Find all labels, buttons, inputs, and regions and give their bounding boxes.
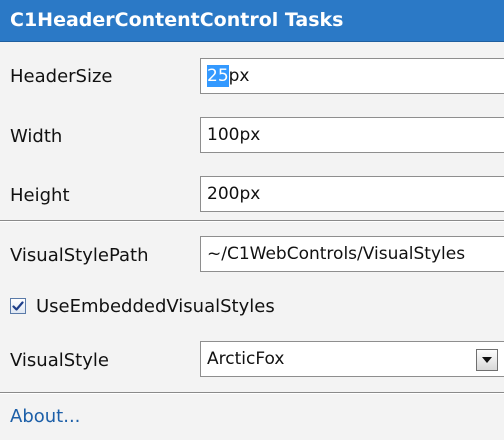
- use-embedded-visual-styles-row[interactable]: UseEmbeddedVisualStyles: [10, 294, 275, 318]
- unselected-text: px: [228, 66, 250, 86]
- header-size-input[interactable]: 25px: [200, 58, 504, 94]
- header-size-label: HeaderSize: [10, 66, 113, 87]
- footer-divider: [0, 392, 504, 394]
- visual-style-value: ArcticFox: [207, 349, 285, 369]
- height-label: Height: [10, 185, 70, 206]
- width-label: Width: [10, 126, 63, 147]
- checkmark-icon: [12, 301, 24, 311]
- visual-style-path-input[interactable]: ~/C1WebControls/VisualStyles: [200, 236, 504, 272]
- selected-text: 25: [207, 65, 229, 87]
- panel-header: C1HeaderContentControl Tasks: [0, 0, 504, 42]
- height-input[interactable]: 200px: [200, 176, 504, 212]
- visual-style-select[interactable]: ArcticFox: [200, 341, 504, 377]
- visual-style-label: VisualStyle: [10, 350, 109, 371]
- width-input[interactable]: 100px: [200, 117, 504, 153]
- panel-title: C1HeaderContentControl Tasks: [10, 9, 344, 31]
- use-embedded-visual-styles-checkbox[interactable]: [10, 298, 26, 314]
- chevron-down-icon: [482, 357, 492, 363]
- section-divider: [0, 220, 504, 222]
- visual-style-path-label: VisualStylePath: [10, 245, 149, 266]
- tasks-panel: C1HeaderContentControl Tasks HeaderSize …: [0, 0, 504, 440]
- dropdown-button[interactable]: [476, 349, 498, 371]
- about-link[interactable]: About...: [10, 406, 80, 427]
- use-embedded-visual-styles-label: UseEmbeddedVisualStyles: [36, 295, 275, 317]
